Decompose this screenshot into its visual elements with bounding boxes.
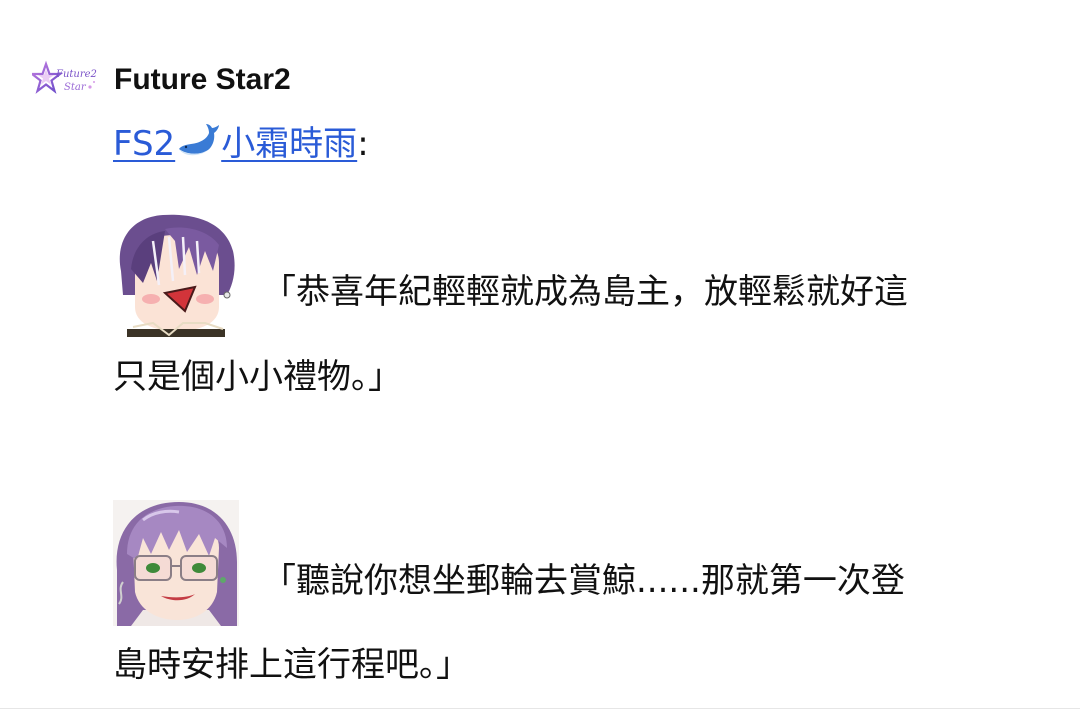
author-link[interactable]: FS2 小霜時雨 <box>113 124 357 164</box>
logo-text-line2: Star <box>64 82 87 93</box>
purple-hair-chibi-avatar <box>113 211 239 337</box>
message-2-line-1: 「聽說你想坐郵輪去賞鯨......那就第一次登 <box>262 561 905 601</box>
author-separator: : <box>357 124 369 164</box>
author-suffix: 小霜時雨 <box>221 124 358 164</box>
purple-hair-glasses-avatar <box>113 500 239 626</box>
logo-text-line1: Future2 <box>55 69 97 80</box>
message-1-line-2: 只是個小小禮物。」 <box>113 357 402 397</box>
author-line: FS2 小霜時雨: <box>113 120 369 168</box>
message-1-line-1: 「恭喜年紀輕輕就成為島主，放輕鬆就好這 <box>262 272 908 312</box>
channel-name[interactable]: Future Star2 <box>114 63 291 97</box>
message-2-line-2: 島時安排上這行程吧。」 <box>113 645 470 685</box>
divider <box>0 708 1080 709</box>
channel-header: Future2 Star Future Star2 <box>32 58 291 102</box>
author-prefix: FS2 <box>113 124 176 164</box>
whale-icon <box>179 124 220 156</box>
star-logo-icon[interactable]: Future2 Star <box>32 60 98 100</box>
